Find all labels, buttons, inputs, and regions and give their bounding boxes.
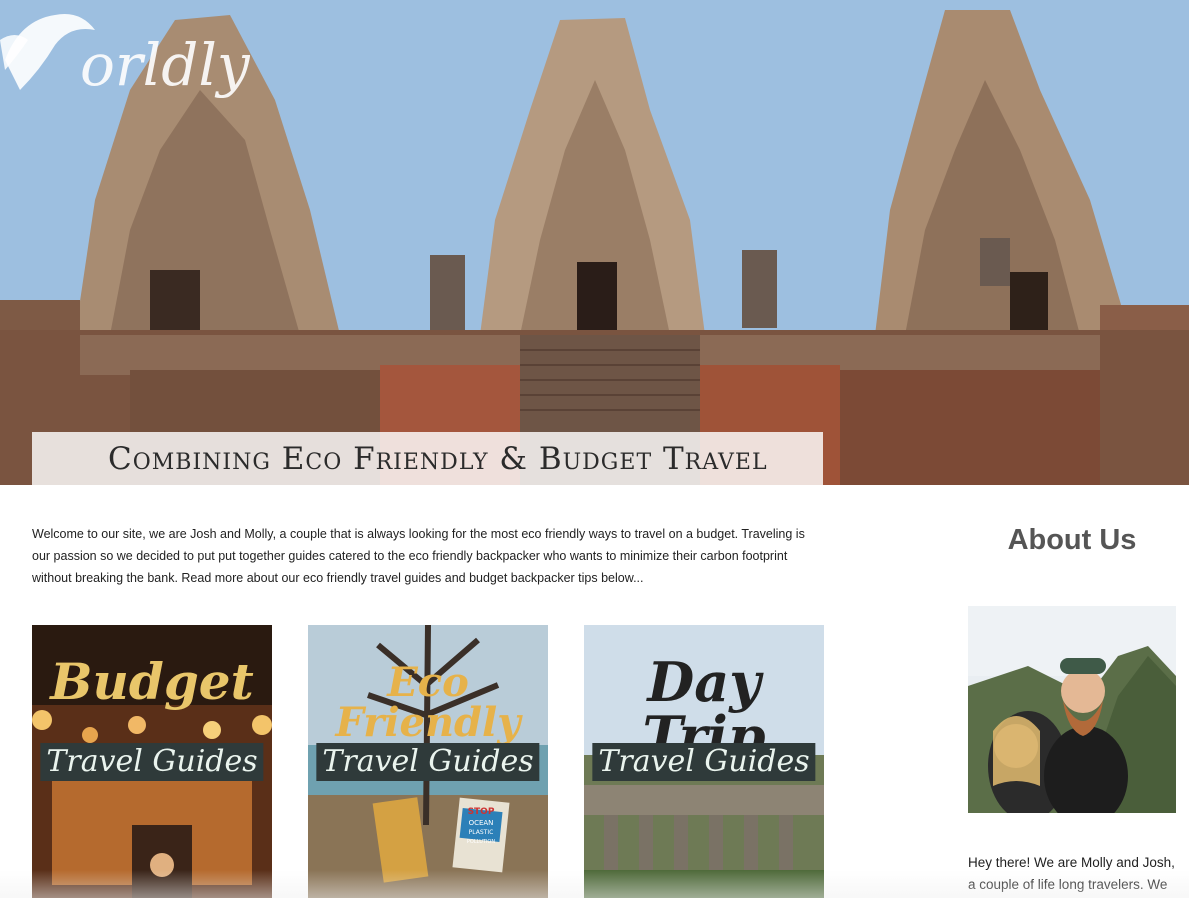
card-budget-travel-guides[interactable]: Budget Travel Guides — [32, 625, 272, 898]
card-subtitle: Travel Guides — [592, 743, 816, 781]
card-title: Eco Friendly — [335, 659, 521, 746]
svg-text:OCEAN: OCEAN — [469, 819, 494, 827]
card-subtitle: Travel Guides — [316, 743, 540, 781]
card-subtitle: Travel Guides — [40, 743, 264, 781]
hero-title-box: Combining Eco Friendly & Budget Travel — [32, 432, 823, 485]
card-eco-friendly-travel-guides[interactable]: Eco Friendly Travel Guides STOP OCEAN PL… — [308, 625, 548, 898]
about-us-text: Hey there! We are Molly and Josh, a coup… — [968, 855, 1175, 892]
site-logo[interactable]: orldly — [0, 0, 250, 107]
card-day-trip-travel-guides[interactable]: Day Trip Travel Guides — [584, 625, 824, 898]
hero-banner: orldly Combining Eco Friendly & Budget T… — [0, 0, 1189, 485]
svg-text:PLASTIC: PLASTIC — [469, 829, 494, 836]
intro-text: Welcome to our site, we are Josh and Mol… — [32, 527, 805, 585]
svg-text:STOP: STOP — [468, 807, 495, 817]
svg-text:POLLUTION: POLLUTION — [467, 839, 495, 845]
hero-title: Combining Eco Friendly & Budget Travel — [108, 441, 768, 477]
about-us-photo — [968, 606, 1176, 813]
about-us-heading: About Us — [1007, 524, 1137, 556]
stop-plastic-sign: STOP OCEAN PLASTIC POLLUTION — [467, 807, 495, 845]
logo-text: orldly — [80, 31, 250, 99]
card-title: Budget — [50, 652, 254, 711]
